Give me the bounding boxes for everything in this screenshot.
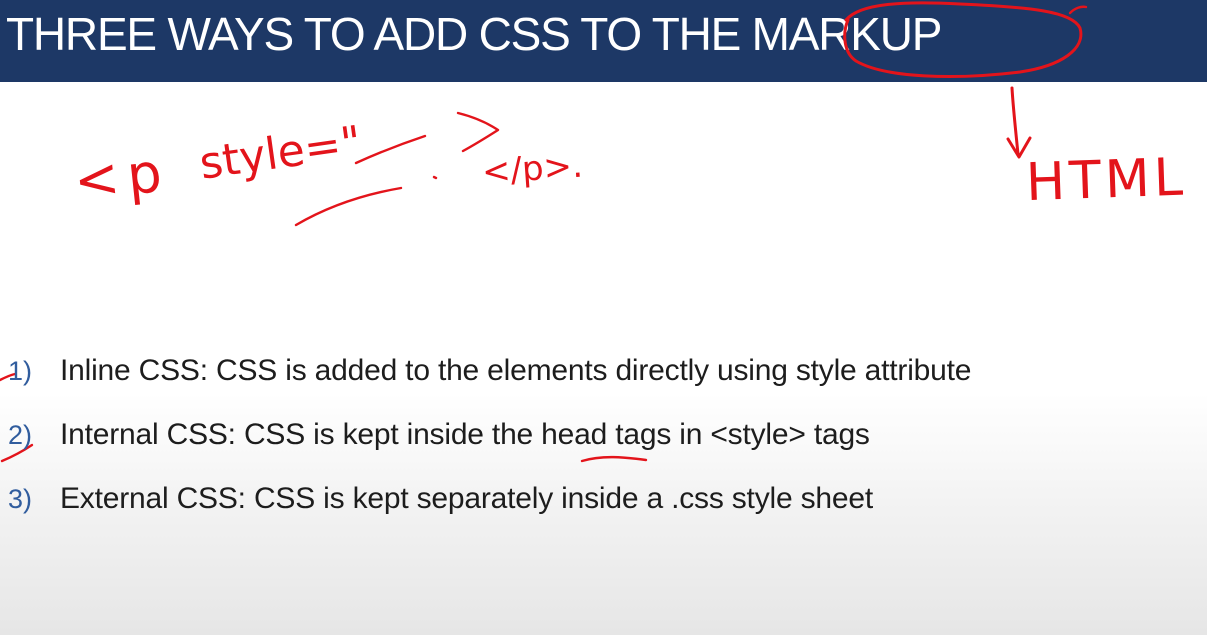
list-item: 1) Inline CSS: CSS is added to the eleme… [0, 346, 1180, 396]
handwritten-markup [0, 1, 1088, 463]
handwritten-html-code-note: HTML Cod [1025, 143, 1207, 214]
list-item-text: External CSS: CSS is kept separately ins… [60, 482, 873, 515]
list-item-text: Internal CSS: CSS is kept inside the hea… [60, 418, 870, 451]
handwritten-style-attribute: style=" [196, 116, 365, 190]
annotation-dot [432, 175, 438, 180]
list-item-number: 1) [8, 356, 33, 386]
placeholder-line-lower [294, 186, 403, 227]
list-item-text: Inline CSS: CSS is added to the elements… [60, 354, 972, 387]
list-item-number: 2) [8, 420, 33, 450]
list-item: 3) External CSS: CSS is kept separately … [0, 474, 1180, 524]
slide-title: THREE WAYS TO ADD CSS TO THE MARKUP [6, 8, 942, 60]
placeholder-line-upper [354, 134, 427, 165]
handwritten-close-tag: </p>. [480, 145, 585, 193]
slide-title-bar: THREE WAYS TO ADD CSS TO THE MARKUP [0, 0, 1207, 82]
list-item: 2) Internal CSS: CSS is kept inside the … [0, 410, 1180, 460]
arrow-line [1010, 86, 1020, 156]
tag-end-mark [456, 111, 500, 153]
handwritten-open-tag: <p [70, 140, 173, 213]
list-item-number: 3) [8, 484, 33, 514]
